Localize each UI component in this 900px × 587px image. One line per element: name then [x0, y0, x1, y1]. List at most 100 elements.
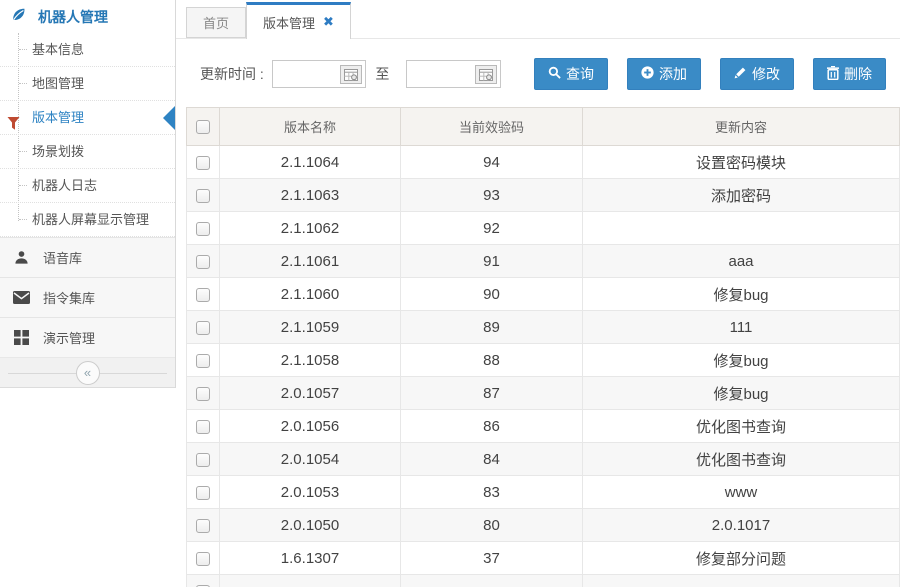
code-cell: 80 — [401, 509, 583, 542]
mail-icon — [12, 291, 30, 304]
content-cell: 修复bug — [583, 278, 900, 311]
sidebar-item-demo-management[interactable]: 演示管理 — [0, 317, 175, 357]
sidebar-item-robot-screen-display[interactable]: 机器人屏幕显示管理 — [0, 203, 175, 237]
content-cell: 优化图书查询 — [583, 443, 900, 476]
tab-home[interactable]: 首页 — [186, 7, 246, 38]
table-row[interactable]: 2.1.1061 91 aaa — [187, 245, 900, 278]
content-cell: 添加密码 — [583, 179, 900, 212]
calendar-icon[interactable] — [475, 65, 497, 84]
code-cell — [401, 575, 583, 587]
sidebar-item-basic-info[interactable]: 基本信息 — [0, 33, 175, 67]
row-checkbox[interactable] — [196, 486, 210, 500]
table-row[interactable]: 2.1.1063 93 添加密码 — [187, 179, 900, 212]
row-checkbox[interactable] — [196, 552, 210, 566]
grid-icon — [12, 330, 30, 345]
sidebar-item-voice-library[interactable]: 语音库 — [0, 237, 175, 277]
calendar-icon[interactable] — [340, 65, 362, 84]
trash-icon — [827, 66, 839, 83]
row-checkbox[interactable] — [196, 156, 210, 170]
row-checkbox[interactable] — [196, 519, 210, 533]
version-cell: 2.0.1056 — [220, 410, 401, 443]
leaf-icon — [10, 6, 27, 28]
content-cell — [583, 575, 900, 587]
row-checkbox[interactable] — [196, 420, 210, 434]
table-row[interactable]: 2.1.1064 94 设置密码模块 — [187, 146, 900, 179]
code-cell: 84 — [401, 443, 583, 476]
row-checkbox[interactable] — [196, 321, 210, 335]
code-cell: 90 — [401, 278, 583, 311]
select-all-checkbox[interactable] — [196, 120, 210, 134]
version-cell: 2.0.1054 — [220, 443, 401, 476]
tree-connector — [19, 83, 27, 84]
row-checkbox[interactable] — [196, 222, 210, 236]
column-header-content: 更新内容 — [583, 108, 900, 146]
versions-table: 版本名称 当前效验码 更新内容 2.1.1064 94 设置密码模块 2.1.1 — [186, 107, 900, 587]
row-checkbox[interactable] — [196, 453, 210, 467]
version-cell — [220, 575, 401, 587]
version-cell: 2.0.1053 — [220, 476, 401, 509]
edit-button[interactable]: 修改 — [720, 58, 794, 90]
plus-icon — [641, 66, 654, 82]
sidebar-item-robot-log[interactable]: 机器人日志 — [0, 169, 175, 203]
sidebar-item-label: 语音库 — [43, 248, 82, 267]
table-row[interactable]: 2.1.1062 92 — [187, 212, 900, 245]
sidebar-item-label: 地图管理 — [32, 76, 84, 91]
content-cell: 修复bug — [583, 344, 900, 377]
tab-label: 首页 — [203, 13, 229, 32]
code-cell: 86 — [401, 410, 583, 443]
sidebar-collapse-row: « — [0, 357, 175, 388]
table-row[interactable]: 2.0.1057 87 修复bug — [187, 377, 900, 410]
sidebar-item-scene-allocation[interactable]: 场景划拨 — [0, 135, 175, 169]
content-cell: 修复bug — [583, 377, 900, 410]
table-row[interactable]: 2.0.1050 80 2.0.1017 — [187, 509, 900, 542]
code-cell: 89 — [401, 311, 583, 344]
delete-button[interactable]: 删除 — [813, 58, 886, 90]
table-row[interactable]: 2.0.1053 83 www — [187, 476, 900, 509]
collapse-icon[interactable]: « — [76, 361, 100, 385]
tab-bar: 首页 版本管理 ✖ — [176, 0, 900, 39]
code-cell: 91 — [401, 245, 583, 278]
row-checkbox[interactable] — [196, 255, 210, 269]
row-checkbox[interactable] — [196, 387, 210, 401]
row-checkbox[interactable] — [196, 189, 210, 203]
content-cell: aaa — [583, 245, 900, 278]
sidebar-item-label: 机器人日志 — [32, 178, 97, 193]
code-cell: 83 — [401, 476, 583, 509]
content-cell: 设置密码模块 — [583, 146, 900, 179]
search-icon — [548, 66, 561, 82]
content-cell — [583, 212, 900, 245]
tab-label: 版本管理 — [263, 13, 315, 32]
close-icon[interactable]: ✖ — [323, 14, 334, 30]
sidebar-item-instruction-library[interactable]: 指令集库 — [0, 277, 175, 317]
content-cell: www — [583, 476, 900, 509]
table-row[interactable]: 2.1.1059 89 111 — [187, 311, 900, 344]
tab-version-management[interactable]: 版本管理 ✖ — [246, 2, 351, 39]
sidebar-item-version-management[interactable]: 版本管理 — [0, 101, 175, 135]
row-checkbox[interactable] — [196, 354, 210, 368]
search-button[interactable]: 查询 — [534, 58, 608, 90]
version-cell: 2.0.1050 — [220, 509, 401, 542]
table-row[interactable]: 1.6.1307 37 修复部分问题 — [187, 542, 900, 575]
column-header-code: 当前效验码 — [401, 108, 583, 146]
table-row[interactable]: 2.1.1058 88 修复bug — [187, 344, 900, 377]
add-button[interactable]: 添加 — [627, 58, 701, 90]
version-cell: 2.1.1062 — [220, 212, 401, 245]
table-row[interactable]: 2.0.1054 84 优化图书查询 — [187, 443, 900, 476]
code-cell: 94 — [401, 146, 583, 179]
code-cell: 93 — [401, 179, 583, 212]
pencil-icon — [734, 66, 747, 82]
date-to-field — [406, 60, 501, 88]
sidebar-item-label: 指令集库 — [43, 288, 95, 307]
version-cell: 2.1.1060 — [220, 278, 401, 311]
main-content: 首页 版本管理 ✖ 更新时间 : 至 — [176, 0, 900, 587]
table-header-row: 版本名称 当前效验码 更新内容 — [187, 108, 900, 146]
sidebar-header-robot-management[interactable]: 机器人管理 — [0, 0, 175, 33]
sidebar: 机器人管理 基本信息 地图管理 版本管理 — [0, 0, 176, 587]
table-row[interactable] — [187, 575, 900, 587]
table-row[interactable]: 2.0.1056 86 优化图书查询 — [187, 410, 900, 443]
sidebar-item-map-management[interactable]: 地图管理 — [0, 67, 175, 101]
action-buttons: 查询 添加 修改 删除 — [534, 58, 886, 90]
version-cell: 2.0.1057 — [220, 377, 401, 410]
row-checkbox[interactable] — [196, 288, 210, 302]
table-row[interactable]: 2.1.1060 90 修复bug — [187, 278, 900, 311]
